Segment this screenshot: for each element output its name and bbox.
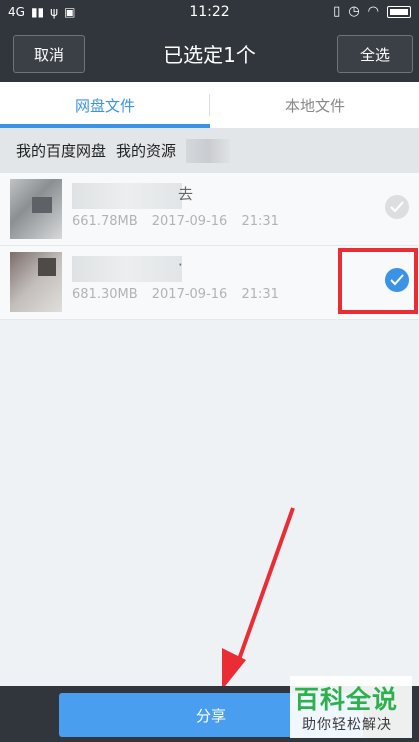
watermark-brand: 百科全说 [294,685,399,714]
watermark-tagline: 助你轻松解决 [302,717,392,733]
watermark-logo: 百科全说 助你轻松解决 [290,676,412,738]
arrow-annotation [222,507,295,690]
